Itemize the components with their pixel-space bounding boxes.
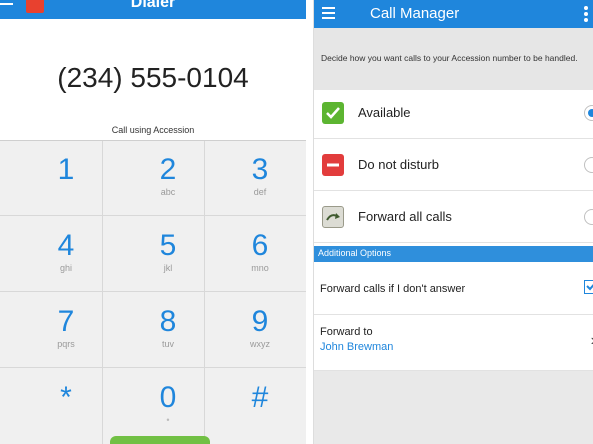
empty-area: [314, 371, 593, 444]
radio-forward-all-calls[interactable]: [584, 209, 593, 225]
additional-options-header: Additional Options: [314, 246, 593, 262]
minus-icon: [322, 154, 344, 176]
key-8[interactable]: 8 tuv: [118, 295, 218, 365]
forward-to-value: John Brewman: [320, 341, 394, 353]
option-label: Do not disturb: [358, 157, 439, 172]
key-digit: 0: [159, 381, 177, 414]
key-digit: #: [251, 381, 269, 414]
forward-if-no-answer-checkbox[interactable]: [584, 280, 593, 294]
call-manager-title: Call Manager: [370, 5, 460, 22]
overflow-menu-icon[interactable]: [584, 6, 588, 22]
key-0[interactable]: 0 •: [118, 371, 218, 441]
option-do-not-disturb[interactable]: Do not disturb: [314, 142, 593, 191]
key-hash[interactable]: #: [210, 371, 306, 441]
key-digit: 6: [251, 229, 269, 262]
option-available[interactable]: Available: [314, 90, 593, 139]
key-4[interactable]: 4 ghi: [16, 219, 116, 289]
key-digit: 1: [57, 153, 75, 186]
forward-if-no-answer-row[interactable]: Forward calls if I don't answer: [314, 262, 593, 315]
key-letters: wxyz: [250, 339, 270, 349]
key-2[interactable]: 2 abc: [118, 143, 218, 213]
key-digit: 5: [159, 229, 177, 262]
key-digit: 7: [57, 305, 75, 338]
dialer-screen: Dialer (234) 555-0104 Call using Accessi…: [0, 0, 306, 444]
call-manager-header: Call Manager: [314, 0, 593, 28]
forward-arrow-icon: [322, 206, 344, 228]
call-button[interactable]: [110, 436, 210, 444]
option-forward-all-calls[interactable]: Forward all calls: [314, 194, 593, 243]
key-3[interactable]: 3 def: [210, 143, 306, 213]
key-letters: abc: [160, 187, 176, 197]
key-digit: *: [60, 381, 72, 414]
radio-do-not-disturb[interactable]: [584, 157, 593, 173]
key-letters: pqrs: [57, 339, 75, 349]
call-manager-screen: Call Manager Decide how you want calls t…: [313, 0, 593, 444]
key-digit: 3: [251, 153, 269, 186]
key-digit: 4: [57, 229, 75, 262]
key-letters: jkl: [163, 263, 173, 273]
option-label: Available: [358, 105, 411, 120]
key-star[interactable]: *: [16, 371, 116, 441]
key-letters: def: [253, 187, 267, 197]
key-letters: mno: [251, 263, 269, 273]
keypad-divider: [0, 367, 306, 368]
key-6[interactable]: 6 mno: [210, 219, 306, 289]
forward-if-no-answer-label: Forward calls if I don't answer: [320, 283, 466, 295]
key-letters: ghi: [59, 263, 72, 273]
key-digit: 9: [251, 305, 269, 338]
key-letters: tuv: [161, 339, 174, 349]
radio-available[interactable]: [584, 105, 593, 121]
forward-to-label: Forward to: [320, 326, 373, 338]
plus-dot-icon: •: [166, 415, 170, 425]
option-label: Forward all calls: [358, 209, 452, 224]
dialer-header: Dialer: [0, 0, 306, 19]
phone-number-display[interactable]: (234) 555-0104: [0, 62, 306, 94]
dialer-title: Dialer: [130, 0, 176, 11]
menu-icon[interactable]: [322, 7, 336, 19]
checkmark-icon: [322, 102, 344, 124]
description-panel: Decide how you want calls to your Access…: [314, 28, 593, 90]
key-digit: 2: [159, 153, 177, 186]
key-1[interactable]: 1: [16, 143, 116, 213]
key-5[interactable]: 5 jkl: [118, 219, 218, 289]
keypad-divider: [0, 215, 306, 216]
key-7[interactable]: 7 pqrs: [16, 295, 116, 365]
section-title: Additional Options: [318, 248, 392, 258]
keypad-divider: [0, 291, 306, 292]
keypad: 1 2 abc 3 def 4 ghi 5 jkl 6 mno 7 pqrs 8: [0, 140, 306, 444]
description-text: Decide how you want calls to your Access…: [321, 53, 578, 63]
call-using-label: Call using Accession: [111, 125, 195, 135]
key-9[interactable]: 9 wxyz: [210, 295, 306, 365]
key-digit: 8: [159, 305, 177, 338]
forward-to-row[interactable]: Forward to John Brewman ›: [314, 315, 593, 371]
